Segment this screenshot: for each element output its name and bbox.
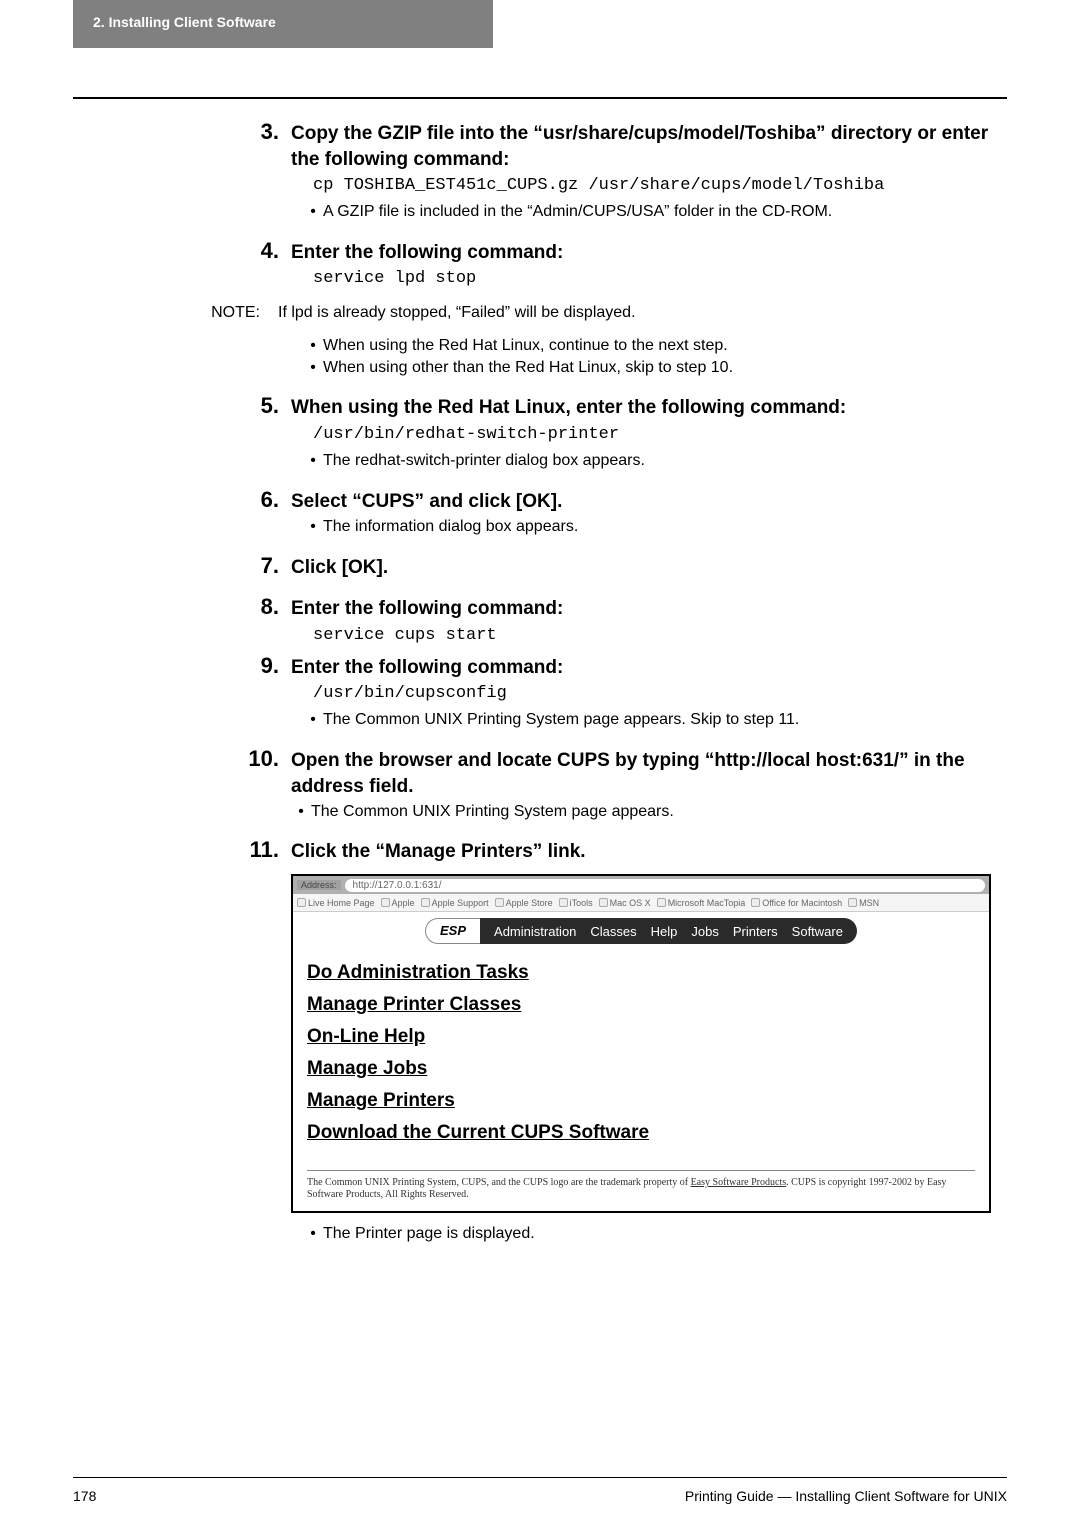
nav-tab-item: Administration [494,924,576,939]
bullet-dot: • [303,709,323,731]
nav-tab-item: Classes [590,924,636,939]
bullet-text: The redhat-switch-printer dialog box app… [323,450,1007,472]
cups-foot-text-a: The Common UNIX Printing System, CUPS, a… [307,1177,691,1188]
bullet-dot: • [291,801,311,823]
bookmark-item: Live Home Page [308,898,375,908]
bookmark-icon [848,898,857,907]
address-url: http://127.0.0.1:631/ [345,879,985,892]
tab-esp: ESP [425,918,480,944]
bookmark-item: iTools [570,898,593,908]
bullet-dot: • [303,450,323,472]
cups-link-jobs: Manage Jobs [307,1058,975,1080]
step-title: Copy the GZIP file into the “usr/share/c… [291,121,1007,172]
divider [307,1170,975,1171]
address-bar: Address: http://127.0.0.1:631/ [293,876,989,894]
header-tab: 2. Installing Client Software [73,0,493,48]
bullet-dot: • [303,516,323,538]
cups-link-printers: Manage Printers [307,1090,975,1112]
step-title: Click [OK]. [291,555,1007,581]
step-title: Enter the following command: [291,596,1007,622]
cups-screenshot: Address: http://127.0.0.1:631/ Live Home… [291,874,991,1213]
bullet-text: The Common UNIX Printing System page app… [323,709,1007,731]
nav-tab-item: Printers [733,924,778,939]
step-number: 4. [73,238,291,264]
code-block: service lpd stop [313,269,1007,288]
step-title: Open the browser and locate CUPS by typi… [291,748,1007,799]
code-block: cp TOSHIBA_EST451c_CUPS.gz /usr/share/cu… [313,176,1007,195]
bullet-dot: • [303,1223,323,1245]
cups-foot-link: Easy Software Products [691,1177,787,1188]
bookmark-icon [381,898,390,907]
bookmark-icon [495,898,504,907]
bookmark-item: Apple [392,898,415,908]
step-title: Enter the following command: [291,240,1007,266]
note-text: If lpd is already stopped, “Failed” will… [278,302,1007,324]
bookmark-item: MSN [859,898,879,908]
step-number: 8. [73,594,291,620]
nav-tab-item: Software [792,924,843,939]
top-rule [73,97,1007,99]
step-number: 5. [73,393,291,419]
step-number: 9. [73,653,291,679]
footer-right: Printing Guide — Installing Client Softw… [685,1488,1007,1504]
code-block: /usr/bin/cupsconfig [313,684,1007,703]
step-number: 6. [73,487,291,513]
step-title: Click the “Manage Printers” link. [291,839,1007,865]
step-number: 11. [73,837,291,863]
cups-footer: The Common UNIX Printing System, CUPS, a… [293,1177,989,1211]
bottom-rule [73,1477,1007,1478]
bullet-dot: • [303,357,323,379]
cups-link-classes: Manage Printer Classes [307,994,975,1016]
bookmark-icon [421,898,430,907]
step-number: 10. [73,746,291,772]
bullet-dot: • [303,335,323,357]
bookmark-icon [599,898,608,907]
nav-tabs: ESP Administration Classes Help Jobs Pri… [293,912,989,944]
bookmark-item: Office for Macintosh [762,898,842,908]
bullet-text: A GZIP file is included in the “Admin/CU… [323,201,1007,223]
bookmark-icon [559,898,568,907]
bookmark-item: Mac OS X [610,898,651,908]
nav-tab-item: Help [651,924,678,939]
note-label: NOTE: [73,304,278,322]
step-number: 3. [73,119,291,145]
bookmark-icon [751,898,760,907]
bullet-text: When using other than the Red Hat Linux,… [323,357,1007,379]
page-number: 178 [73,1488,96,1504]
bullet-dot: • [303,201,323,223]
cups-link-admin: Do Administration Tasks [307,962,975,984]
code-block: /usr/bin/redhat-switch-printer [313,425,1007,444]
cups-link-help: On-Line Help [307,1026,975,1048]
bookmark-item: Apple Support [432,898,489,908]
bookmark-item: Apple Store [506,898,553,908]
step-title: Enter the following command: [291,655,1007,681]
step-number: 7. [73,553,291,579]
bookmark-icon [657,898,666,907]
bookmark-icon [297,898,306,907]
bullet-text: The information dialog box appears. [323,516,1007,538]
bookmarks-bar: Live Home Page Apple Apple Support Apple… [293,894,989,912]
page-content: 3. Copy the GZIP file into the “usr/shar… [73,115,1007,1246]
bullet-text: The Printer page is displayed. [323,1223,1007,1245]
code-block: service cups start [313,626,1007,645]
step-title: Select “CUPS” and click [OK]. [291,489,1007,515]
bookmark-item: Microsoft MacTopia [668,898,746,908]
bullet-text: The Common UNIX Printing System page app… [311,801,1007,823]
nav-tab-item: Jobs [691,924,718,939]
bullet-text: When using the Red Hat Linux, continue t… [323,335,1007,357]
cups-link-download: Download the Current CUPS Software [307,1122,975,1144]
address-label: Address: [297,880,341,890]
step-title: When using the Red Hat Linux, enter the … [291,395,1007,421]
